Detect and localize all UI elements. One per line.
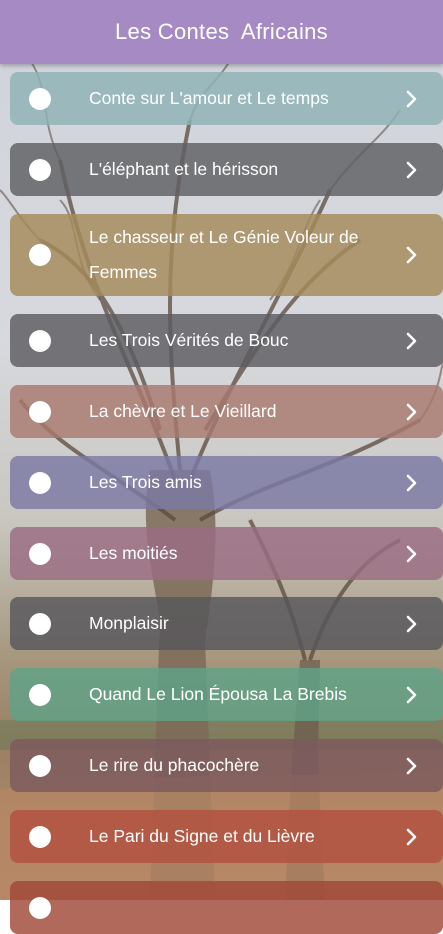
circle-bullet-icon bbox=[29, 158, 51, 181]
story-list: Conte sur L'amour et Le temps L'éléphant… bbox=[0, 0, 443, 934]
chevron-right-icon bbox=[401, 756, 421, 776]
story-item[interactable]: Monplaisir bbox=[10, 597, 443, 650]
circle-bullet-icon bbox=[29, 754, 51, 777]
story-item[interactable]: Le chasseur et Le Génie Voleur de Femmes bbox=[10, 214, 443, 296]
circle-bullet-icon bbox=[29, 244, 51, 266]
story-item[interactable]: Les Trois amis bbox=[10, 456, 443, 509]
chevron-right-icon bbox=[401, 331, 421, 351]
chevron-right-icon bbox=[401, 160, 421, 180]
story-title: Le Pari du Signe et du Lièvre bbox=[89, 826, 315, 846]
story-item[interactable]: Quand Le Lion Épousa La Brebis bbox=[10, 668, 443, 721]
story-title: Les moitiés bbox=[89, 543, 178, 563]
circle-bullet-icon bbox=[29, 329, 51, 352]
circle-bullet-icon bbox=[29, 683, 51, 706]
story-item[interactable]: La chèvre et Le Vieillard bbox=[10, 385, 443, 438]
circle-bullet-icon bbox=[29, 825, 51, 848]
story-title: Les Trois amis bbox=[89, 472, 202, 492]
story-title: Monplaisir bbox=[89, 613, 169, 633]
story-title: La chèvre et Le Vieillard bbox=[89, 401, 277, 421]
chevron-right-icon bbox=[401, 614, 421, 634]
story-title: Le rire du phacochère bbox=[89, 755, 260, 775]
chevron-right-icon bbox=[401, 245, 421, 265]
circle-bullet-icon bbox=[29, 542, 51, 565]
story-item[interactable]: Conte sur L'amour et Le temps bbox=[10, 72, 443, 125]
app-title-bar: Les Contes Africains bbox=[0, 0, 443, 64]
story-title: L'éléphant et le hérisson bbox=[89, 159, 279, 179]
story-item[interactable] bbox=[10, 881, 443, 934]
chevron-right-icon bbox=[401, 89, 421, 109]
story-title: Le chasseur et Le Génie Voleur de Femmes bbox=[89, 227, 359, 282]
story-item[interactable]: Les moitiés bbox=[10, 527, 443, 580]
circle-bullet-icon bbox=[29, 471, 51, 494]
app-title: Les Contes Africains bbox=[115, 19, 328, 44]
chevron-right-icon bbox=[401, 827, 421, 847]
circle-bullet-icon bbox=[29, 400, 51, 423]
chevron-right-icon bbox=[401, 473, 421, 493]
story-item[interactable]: Les Trois Vérités de Bouc bbox=[10, 314, 443, 367]
chevron-right-icon bbox=[401, 402, 421, 422]
story-title: Conte sur L'amour et Le temps bbox=[89, 88, 329, 108]
circle-bullet-icon bbox=[29, 87, 51, 110]
story-item[interactable]: L'éléphant et le hérisson bbox=[10, 143, 443, 196]
story-title: Les Trois Vérités de Bouc bbox=[89, 330, 289, 350]
chevron-right-icon bbox=[401, 544, 421, 564]
story-title: Quand Le Lion Épousa La Brebis bbox=[89, 684, 347, 704]
story-item[interactable]: Le Pari du Signe et du Lièvre bbox=[10, 810, 443, 863]
chevron-right-icon bbox=[401, 685, 421, 705]
story-item[interactable]: Le rire du phacochère bbox=[10, 739, 443, 792]
circle-bullet-icon bbox=[29, 612, 51, 635]
